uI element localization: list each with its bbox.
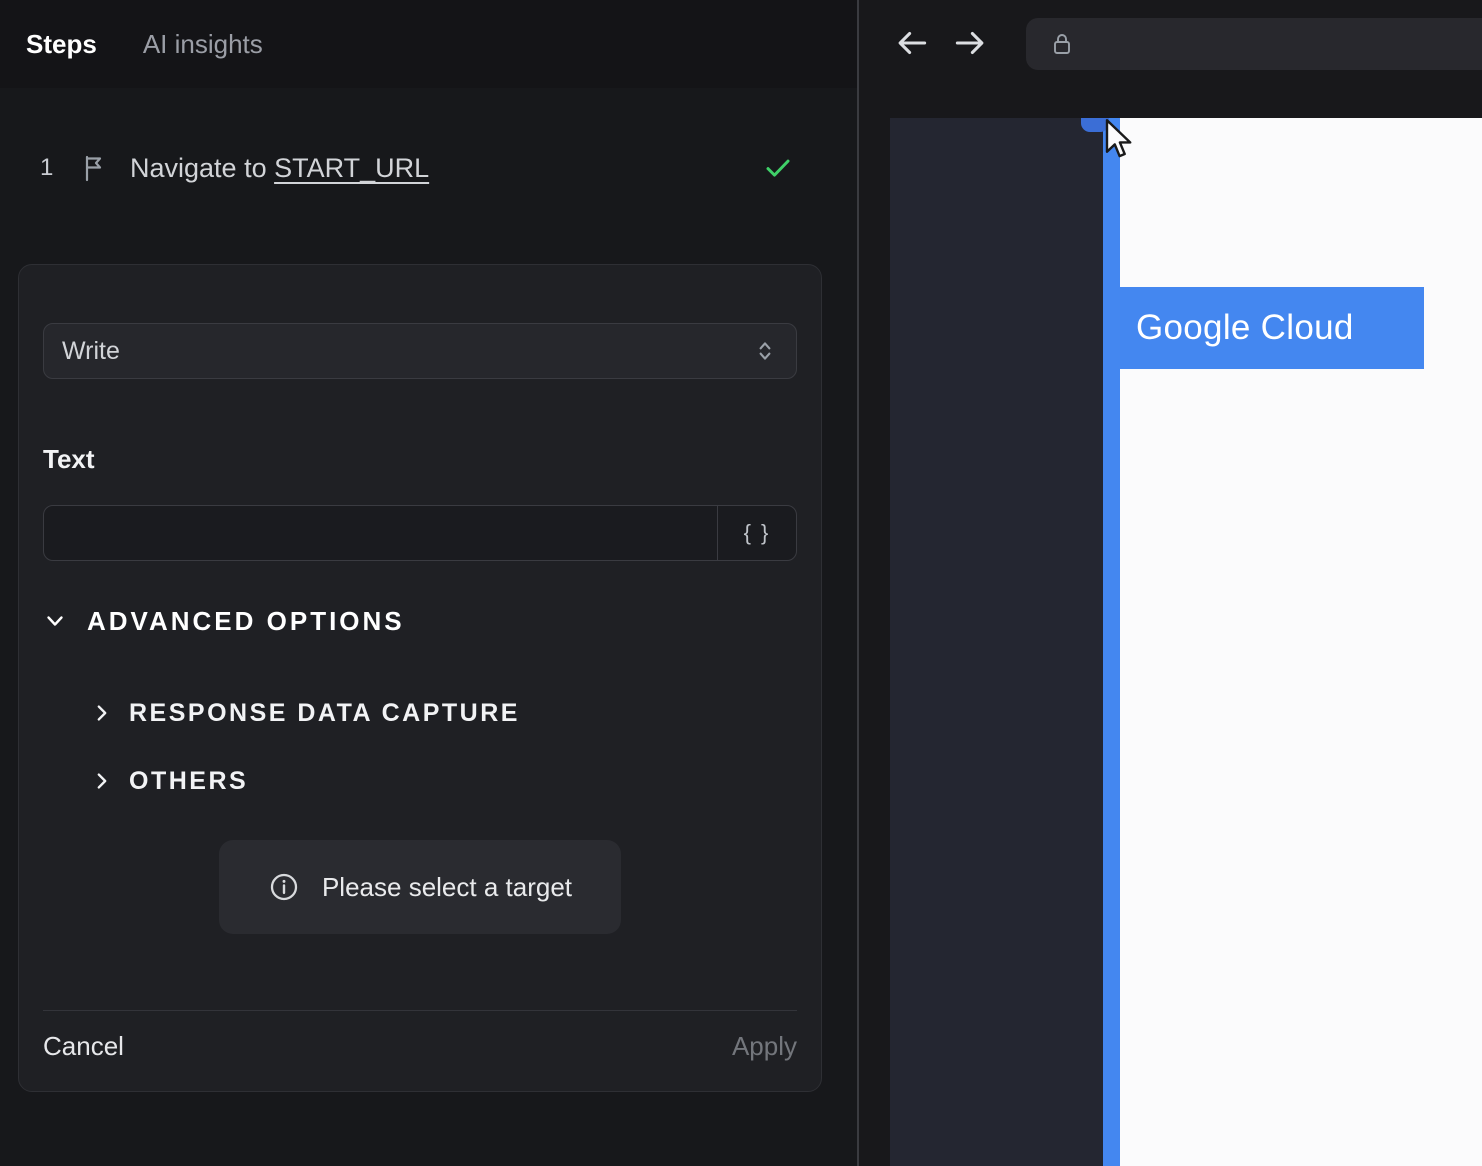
app-window: Steps AI insights 1 Navigate to START_UR… — [0, 0, 1482, 1166]
highlight-label: Google Cloud — [1117, 287, 1424, 369]
select-target-hint-text: Please select a target — [321, 871, 573, 902]
highlighted-element[interactable] — [1103, 118, 1120, 1166]
select-target-hint: Please select a target — [219, 840, 621, 934]
text-input[interactable] — [44, 506, 717, 560]
chevron-right-icon — [91, 770, 113, 792]
info-icon — [268, 871, 300, 903]
section-response-data-capture[interactable]: RESPONSE DATA CAPTURE — [91, 697, 797, 729]
cursor-icon — [1101, 118, 1137, 160]
chevron-right-icon — [91, 702, 113, 724]
chevron-down-icon — [43, 609, 67, 633]
section-label: RESPONSE DATA CAPTURE — [129, 698, 520, 727]
section-others[interactable]: OTHERS — [91, 765, 797, 797]
highlight-label-text: Google Cloud — [1136, 308, 1354, 347]
text-input-group: { } — [43, 505, 797, 561]
action-select[interactable]: Write — [43, 323, 797, 379]
chevron-updown-icon — [752, 338, 778, 364]
check-icon — [763, 153, 793, 183]
cancel-button[interactable]: Cancel — [43, 1031, 124, 1062]
variables-button[interactable]: { } — [717, 506, 796, 560]
start-url-link[interactable]: START_URL — [274, 153, 429, 183]
lock-icon — [1050, 31, 1074, 57]
panel-tab-bar: Steps AI insights — [0, 0, 857, 88]
text-field-label: Text — [43, 444, 95, 474]
browser-panel: Google Cloud — [859, 0, 1482, 1166]
editor-footer: Cancel Apply — [43, 1011, 797, 1081]
flag-icon — [82, 154, 106, 182]
advanced-options-label: ADVANCED OPTIONS — [87, 605, 405, 636]
step-title-text: Navigate to — [130, 152, 275, 183]
back-button[interactable] — [893, 24, 931, 62]
browser-toolbar — [859, 0, 1482, 88]
page-sidebar — [890, 118, 1103, 1166]
forward-button[interactable] — [951, 24, 989, 62]
section-label: OTHERS — [129, 766, 249, 795]
tab-ai-insights[interactable]: AI insights — [143, 29, 263, 60]
action-select-value: Write — [62, 336, 120, 365]
tab-steps[interactable]: Steps — [26, 29, 97, 60]
advanced-options-toggle[interactable]: ADVANCED OPTIONS — [43, 605, 797, 637]
apply-button[interactable]: Apply — [732, 1031, 797, 1062]
browser-viewport[interactable]: Google Cloud — [890, 118, 1482, 1166]
address-bar[interactable] — [1026, 18, 1482, 70]
step-editor-card: Write Text { } ADVANCED OPTIONS RESPONSE… — [18, 264, 822, 1092]
step-number: 1 — [40, 154, 54, 181]
step-row[interactable]: 1 Navigate to START_URL — [40, 148, 817, 188]
step-title: Navigate to START_URL — [130, 153, 429, 184]
steps-panel: Steps AI insights 1 Navigate to START_UR… — [0, 0, 857, 1166]
